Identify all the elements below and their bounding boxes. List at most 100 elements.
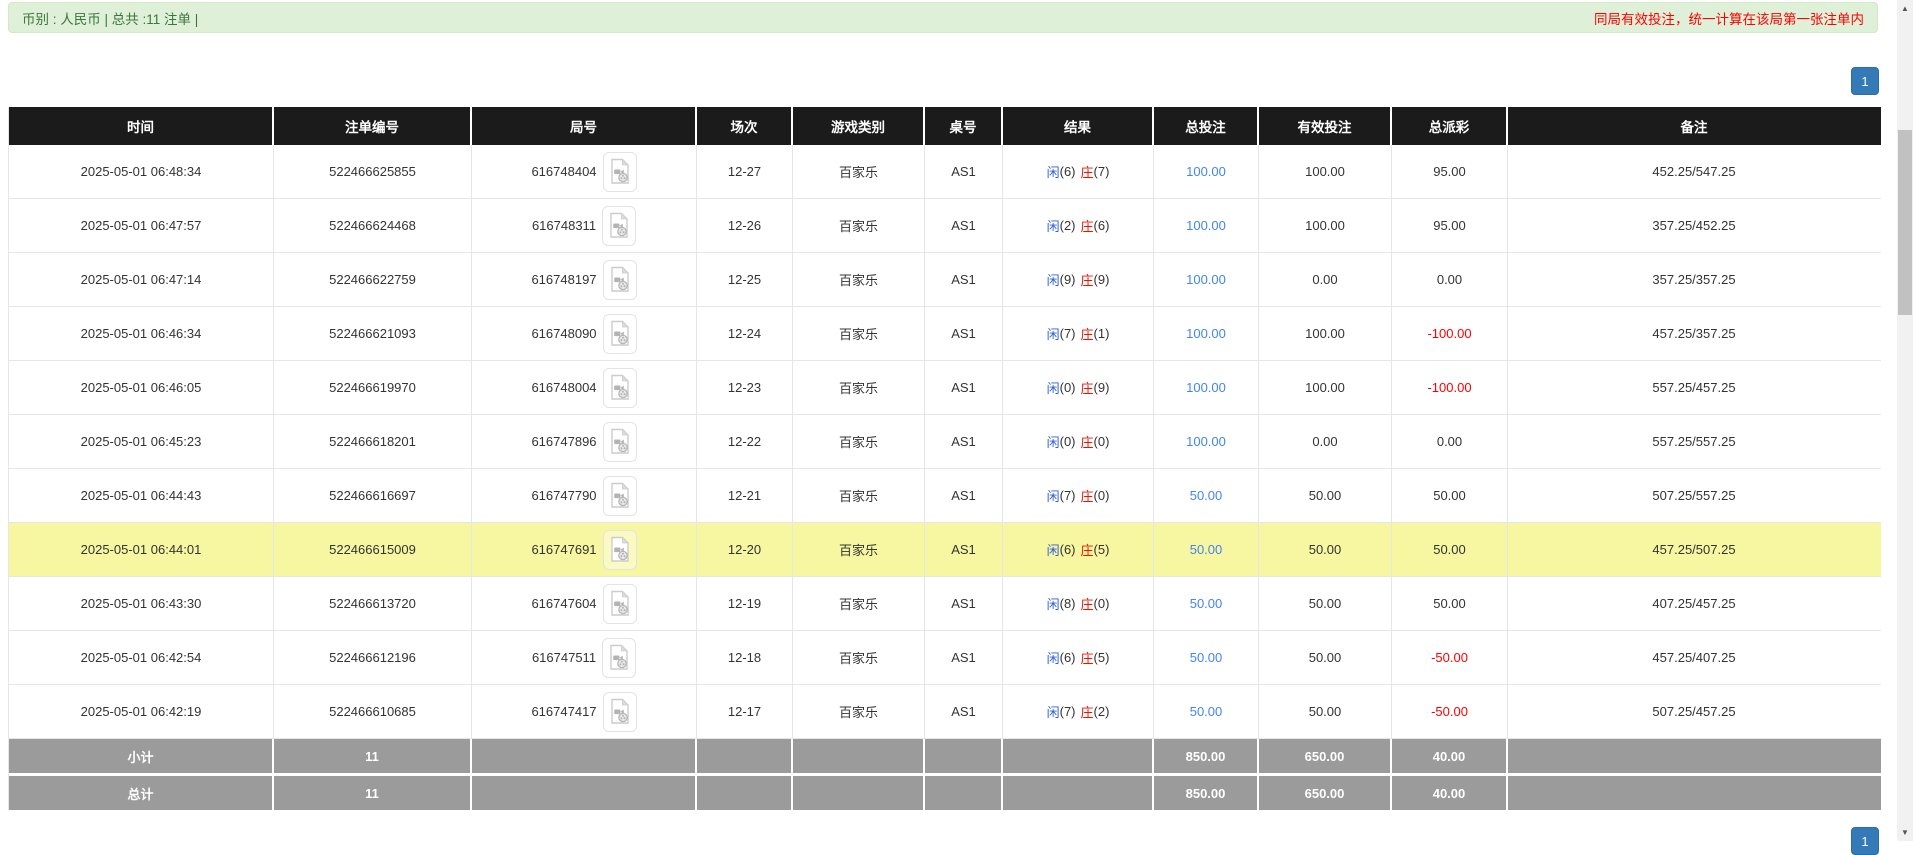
game-type-cell: 百家乐	[793, 631, 925, 684]
round-number-cell: 616748311	[472, 199, 697, 252]
scroll-down-button[interactable]: ▼	[1897, 824, 1913, 841]
time-cell: 2025-05-01 06:47:14	[9, 253, 274, 306]
round-number: 616747896	[531, 434, 596, 449]
video-replay-button[interactable]	[603, 584, 637, 624]
player-result-score: (7)	[1060, 488, 1076, 503]
vertical-scrollbar[interactable]: ▲ ▼	[1897, 0, 1913, 841]
scrollbar-thumb[interactable]	[1898, 130, 1912, 315]
result-cell: 闲(7)庄(0)	[1003, 469, 1154, 522]
round-number: 616748311	[532, 218, 596, 233]
player-result-score: (6)	[1060, 650, 1076, 665]
column-header-9: 总派彩	[1392, 107, 1508, 145]
total-bet-link[interactable]: 100.00	[1186, 434, 1226, 449]
round-number-cell: 616748404	[472, 145, 697, 198]
video-replay-button[interactable]	[603, 692, 637, 732]
remark-cell: 357.25/452.25	[1508, 199, 1880, 252]
remark-cell: 457.25/357.25	[1508, 307, 1880, 360]
round-number: 616747604	[531, 596, 596, 611]
game-type-cell: 百家乐	[793, 253, 925, 306]
payout-cell: -100.00	[1392, 307, 1508, 360]
result-cell: 闲(7)庄(1)	[1003, 307, 1154, 360]
bet-number-cell: 522466625855	[274, 145, 472, 198]
table-body: 2025-05-01 06:48:34 522466625855 6167484…	[9, 145, 1881, 739]
total-bet-link[interactable]: 50.00	[1190, 704, 1223, 719]
table-header-row: 时间注单编号局号场次游戏类别桌号结果总投注有效投注总派彩备注	[9, 107, 1881, 145]
time-cell: 2025-05-01 06:44:43	[9, 469, 274, 522]
video-replay-button[interactable]	[602, 638, 636, 678]
valid-bet-cell: 100.00	[1259, 361, 1392, 414]
player-result-score: (0)	[1060, 434, 1076, 449]
bet-number-cell: 522466616697	[274, 469, 472, 522]
video-replay-button[interactable]	[603, 530, 637, 570]
bet-number-cell: 522466610685	[274, 685, 472, 738]
pagination-page-1-top[interactable]: 1	[1851, 67, 1879, 95]
remark-cell: 357.25/357.25	[1508, 253, 1880, 306]
banker-result-score: (0)	[1094, 434, 1110, 449]
video-replay-button[interactable]	[602, 206, 636, 246]
video-replay-button[interactable]	[603, 152, 637, 192]
banker-result-score: (9)	[1094, 272, 1110, 287]
player-result-score: (0)	[1060, 380, 1076, 395]
summary-empty-cell	[793, 739, 925, 773]
pagination-page-1-bottom[interactable]: 1	[1851, 827, 1879, 855]
total-bet-link[interactable]: 50.00	[1190, 596, 1223, 611]
summary-empty-cell	[1508, 739, 1880, 773]
game-type-cell: 百家乐	[793, 415, 925, 468]
remark-cell: 407.25/457.25	[1508, 577, 1880, 630]
round-number-cell: 616747691	[472, 523, 697, 576]
total-bet-link[interactable]: 100.00	[1186, 272, 1226, 287]
result-cell: 闲(0)庄(0)	[1003, 415, 1154, 468]
total-bet-link[interactable]: 50.00	[1190, 488, 1223, 503]
result-cell: 闲(8)庄(0)	[1003, 577, 1154, 630]
video-replay-button[interactable]	[603, 314, 637, 354]
banker-result-score: (5)	[1094, 542, 1110, 557]
total-bet-link[interactable]: 100.00	[1186, 380, 1226, 395]
video-file-icon	[610, 428, 630, 455]
valid-bet-cell: 50.00	[1259, 469, 1392, 522]
banker-result-label: 庄	[1081, 216, 1094, 235]
bet-number-cell: 522466619970	[274, 361, 472, 414]
time-cell: 2025-05-01 06:47:57	[9, 199, 274, 252]
remark-cell: 457.25/407.25	[1508, 631, 1880, 684]
valid-bet-cell: 50.00	[1259, 685, 1392, 738]
total-bet-link[interactable]: 100.00	[1186, 164, 1226, 179]
video-replay-button[interactable]	[603, 368, 637, 408]
total-bet-link[interactable]: 50.00	[1190, 650, 1223, 665]
round-number: 616747417	[531, 704, 596, 719]
scroll-up-button[interactable]: ▲	[1897, 0, 1913, 17]
round-number-cell: 616747511	[472, 631, 697, 684]
summary-total-bet: 850.00	[1154, 739, 1259, 773]
table-id-cell: AS1	[925, 253, 1003, 306]
video-replay-button[interactable]	[603, 476, 637, 516]
session-cell: 12-26	[697, 199, 793, 252]
player-result-label: 闲	[1047, 594, 1060, 613]
summary-empty-cell	[793, 776, 925, 810]
summary-empty-cell	[1003, 739, 1154, 773]
table-row: 2025-05-01 06:47:57 522466624468 6167483…	[9, 199, 1881, 253]
bet-number-cell: 522466624468	[274, 199, 472, 252]
player-result-score: (7)	[1060, 704, 1076, 719]
player-result-label: 闲	[1047, 162, 1060, 181]
total-bet-link[interactable]: 50.00	[1190, 542, 1223, 557]
bet-number-cell: 522466615009	[274, 523, 472, 576]
bet-number-cell: 522466613720	[274, 577, 472, 630]
banker-result-score: (1)	[1094, 326, 1110, 341]
round-number: 616747691	[531, 542, 596, 557]
video-file-icon	[609, 644, 629, 671]
payout-cell: 0.00	[1392, 253, 1508, 306]
video-replay-button[interactable]	[603, 260, 637, 300]
video-file-icon	[609, 212, 629, 239]
banker-result-label: 庄	[1081, 540, 1094, 559]
session-cell: 12-20	[697, 523, 793, 576]
time-cell: 2025-05-01 06:46:05	[9, 361, 274, 414]
round-number-cell: 616748197	[472, 253, 697, 306]
video-replay-button[interactable]	[603, 422, 637, 462]
total-bet-link[interactable]: 100.00	[1186, 218, 1226, 233]
banker-result-label: 庄	[1081, 378, 1094, 397]
summary-total-bet: 850.00	[1154, 776, 1259, 810]
column-header-8: 有效投注	[1259, 107, 1392, 145]
total-bet-link[interactable]: 100.00	[1186, 326, 1226, 341]
game-type-cell: 百家乐	[793, 361, 925, 414]
time-cell: 2025-05-01 06:45:23	[9, 415, 274, 468]
player-result-score: (6)	[1060, 164, 1076, 179]
